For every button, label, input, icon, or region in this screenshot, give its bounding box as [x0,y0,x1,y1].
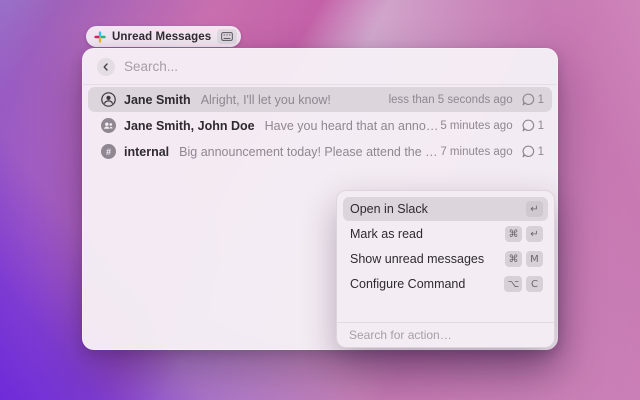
message-sender: Jane Smith [124,93,191,107]
people-circle-icon [101,118,116,133]
m-key-badge: M [526,251,543,267]
message-preview: Big announcement today! Please attend th… [179,145,440,159]
message-preview: Alright, I'll let you know! [201,93,331,107]
message-row-jane-smith-john-doe[interactable]: Jane Smith, John Doe Have you heard that… [88,113,552,138]
chevron-left-icon [102,63,110,71]
chat-bubble-icon [522,93,535,106]
action-item-mark-as-read[interactable]: Mark as read ⌘ ↵ [343,222,548,246]
person-circle-icon [101,92,116,107]
action-menu-items: Open in Slack ↵ Mark as read ⌘ ↵ Show un… [343,197,548,297]
back-button[interactable] [97,58,115,76]
action-item-open-in-slack[interactable]: Open in Slack ↵ [343,197,548,221]
command-pill-label: Unread Messages [112,31,211,43]
chat-bubble-icon [522,119,535,132]
unread-count: 1 [538,120,544,132]
message-sender: Jane Smith, John Doe [124,119,255,133]
action-menu: Open in Slack ↵ Mark as read ⌘ ↵ Show un… [336,190,555,348]
keyboard-icon[interactable] [217,29,237,44]
message-preview: Have you heard that an announcement is c… [265,119,441,133]
message-timestamp: less than 5 seconds ago [389,94,513,106]
option-key-badge: ⌥ [504,276,522,292]
action-search-bar [337,322,554,347]
c-key-badge: C [526,276,543,292]
message-row-internal[interactable]: # internal Big announcement today! Pleas… [88,139,552,164]
message-timestamp: 5 minutes ago [440,120,512,132]
command-key-badge: ⌘ [505,226,522,242]
unread-count: 1 [538,94,544,106]
slack-icon [94,31,106,43]
chat-bubble-icon [522,145,535,158]
unread-count: 1 [538,146,544,158]
channel-hash-icon: # [101,144,116,159]
return-key-badge: ↵ [526,201,543,217]
message-row-jane-smith[interactable]: Jane Smith Alright, I'll let you know! l… [88,87,552,112]
message-timestamp: 7 minutes ago [440,146,512,158]
action-item-show-unread-messages[interactable]: Show unread messages ⌘ M [343,247,548,271]
command-key-badge: ⌘ [505,251,522,267]
search-input[interactable] [124,59,543,74]
message-list: Jane Smith Alright, I'll let you know! l… [88,87,552,165]
return-key-badge: ↵ [526,226,543,242]
message-sender: internal [124,145,169,159]
action-search-input[interactable] [349,328,542,342]
action-item-configure-command[interactable]: Configure Command ⌥ C [343,272,548,296]
search-bar [83,49,557,85]
command-pill[interactable]: Unread Messages [86,26,241,47]
